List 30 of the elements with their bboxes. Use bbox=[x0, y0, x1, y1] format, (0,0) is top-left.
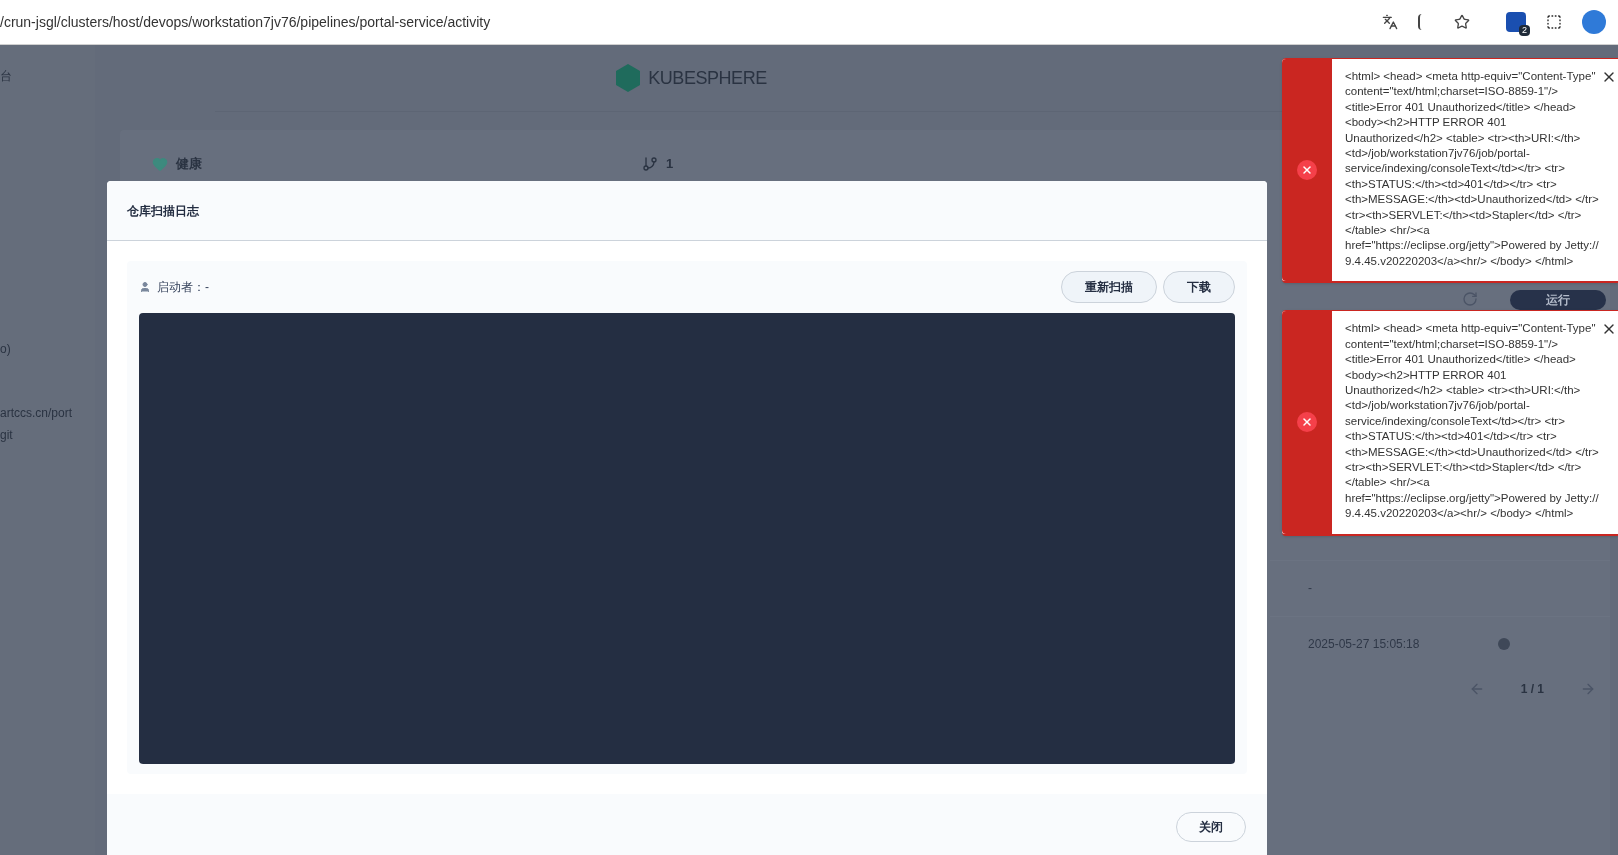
translate-icon[interactable] bbox=[1382, 14, 1398, 30]
sidebar-text: artccs.cn/port bbox=[0, 405, 74, 422]
dialog-action-button[interactable]: 重新扫描 bbox=[1061, 271, 1157, 303]
sidebar-text: o) bbox=[0, 341, 12, 358]
url-text: /crun-jsgl/clusters/host/devops/workstation7jv76/pipelines/portal-service/activity bbox=[0, 12, 491, 32]
notification-message: <html> <head> <meta http-equiv="Content-Type" content="text/html;charset=ISO-8859-1"/> <title>Error 401 Unauthorized</title> </head> <body><h2>HTTP ERROR 401 Unauthorized</h2> <table> <tr><th>URI:</th> <td>/job/workstation7jv76/job/portal-service/indexing/consoleText</td></tr> <tr> <th>STATUS:</th><td>401</td></tr> <tr> <th>MESSAGE:</th><td>Unauthorized</td> </tr> <tr><th>SERVLET:</th><td>Stapler</td> </tr> </table> <hr/><a href="https://eclipse.org/jetty">Powered by Jetty:// 9.4.45.v20220203</a><hr/> </body> </html> bbox=[1344, 69, 1600, 269]
branch-icon bbox=[642, 155, 658, 172]
stat-value: 健康 bbox=[176, 155, 202, 173]
sidebar-text: 台 bbox=[0, 68, 13, 85]
starter-label: 启动者：- bbox=[157, 279, 209, 296]
notification-message: <html> <head> <meta http-equiv="Content-Type" content="text/html;charset=ISO-8859-1"/> <title>Error 401 Unauthorized</title> </head> <body><h2>HTTP ERROR 401 Unauthorized</h2> <table> <tr><th>URI:</th> <td>/job/workstation7jv76/job/portal-service/indexing/consoleText</td></tr> <tr> <th>STATUS:</th><td>401</td></tr> <tr> <th>MESSAGE:</th><td>Unauthorized</td> </tr> <tr><th>SERVLET:</th><td>Stapler</td> </tr> </table> <hr/><a href="https://eclipse.org/jetty">Powered by Jetty:// 9.4.45.v20220203</a><hr/> </body> </html> bbox=[1344, 321, 1600, 522]
run-button[interactable]: 运行 bbox=[1510, 289, 1606, 310]
heart-icon bbox=[152, 155, 168, 172]
dialog-title: 仓库扫描日志 bbox=[127, 202, 199, 220]
error-icon bbox=[1297, 412, 1317, 433]
close-button[interactable]: 关闭 bbox=[1176, 812, 1246, 842]
stat-value: 1 bbox=[666, 155, 674, 173]
dialog-action-button[interactable]: 下载 bbox=[1163, 271, 1235, 303]
profile-avatar[interactable] bbox=[1582, 10, 1606, 34]
extension-badge: 2 bbox=[1519, 25, 1530, 36]
logo-icon bbox=[616, 64, 641, 92]
sidebar-text: git bbox=[0, 427, 14, 444]
table-cell-text: - bbox=[1308, 580, 1312, 597]
star-icon[interactable] bbox=[1454, 14, 1470, 30]
logo-text: KUBESPHERE bbox=[648, 66, 767, 90]
table-cell-text: 2025-05-27 15:05:18 bbox=[1308, 636, 1420, 653]
user-icon bbox=[139, 281, 151, 293]
error-icon bbox=[1297, 160, 1317, 181]
status-icon bbox=[1498, 638, 1510, 650]
page-indicator: 1 / 1 bbox=[1520, 680, 1544, 698]
